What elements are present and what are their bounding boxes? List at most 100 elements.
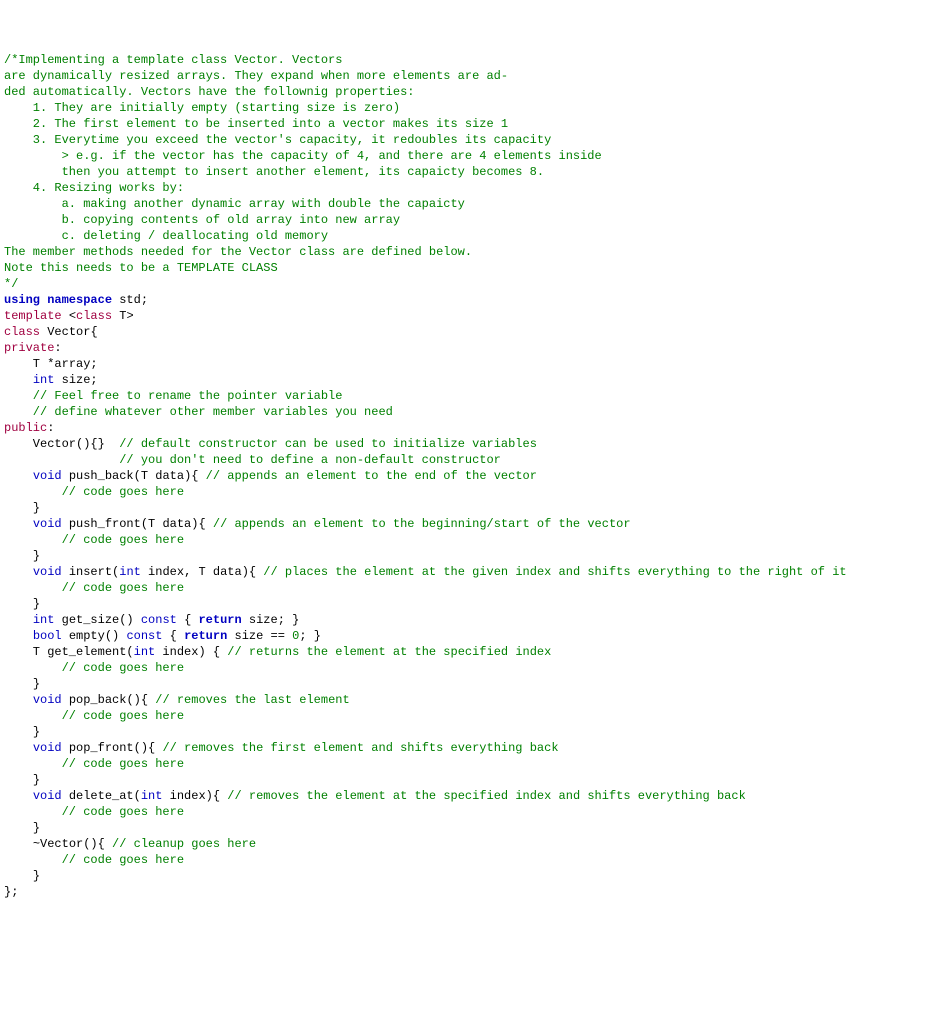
code-line: }; bbox=[4, 884, 928, 900]
code-token: public bbox=[4, 421, 47, 435]
code-token: int bbox=[33, 613, 55, 627]
code-token: > bbox=[126, 309, 133, 323]
code-line: // code goes here bbox=[4, 756, 928, 772]
code-token bbox=[177, 629, 184, 643]
code-line: 1. They are initially empty (starting si… bbox=[4, 100, 928, 116]
code-token: pop_front bbox=[62, 741, 134, 755]
code-token: // code goes here bbox=[62, 581, 184, 595]
code-line: int size; bbox=[4, 372, 928, 388]
code-token: // code goes here bbox=[62, 661, 184, 675]
code-token: () bbox=[119, 613, 133, 627]
code-token: bool bbox=[33, 629, 62, 643]
code-token: > e.g. if the vector has the capacity of… bbox=[4, 149, 602, 163]
code-token: ( bbox=[134, 469, 141, 483]
code-token: } bbox=[314, 629, 321, 643]
code-token bbox=[4, 789, 33, 803]
code-token bbox=[105, 437, 119, 451]
code-line: } bbox=[4, 820, 928, 836]
code-token: } bbox=[33, 869, 40, 883]
code-token: index bbox=[162, 789, 205, 803]
code-token: // code goes here bbox=[62, 709, 184, 723]
code-token bbox=[4, 501, 33, 515]
code-line: 2. The first element to be inserted into… bbox=[4, 116, 928, 132]
code-line: public: bbox=[4, 420, 928, 436]
code-line: // code goes here bbox=[4, 804, 928, 820]
code-line: Note this needs to be a TEMPLATE CLASS bbox=[4, 260, 928, 276]
code-token: < bbox=[69, 309, 76, 323]
code-token: private bbox=[4, 341, 54, 355]
code-token bbox=[4, 821, 33, 835]
code-token: push_back bbox=[62, 469, 134, 483]
code-token bbox=[4, 853, 62, 867]
code-token: 4. Resizing works by: bbox=[4, 181, 184, 195]
code-token: void bbox=[33, 741, 62, 755]
code-line: // code goes here bbox=[4, 708, 928, 724]
code-line: */ bbox=[4, 276, 928, 292]
code-line: // code goes here bbox=[4, 532, 928, 548]
code-token: // Feel free to rename the pointer varia… bbox=[4, 389, 342, 403]
code-line: // code goes here bbox=[4, 580, 928, 596]
code-line: // define whatever other member variable… bbox=[4, 404, 928, 420]
code-token: // code goes here bbox=[62, 757, 184, 771]
code-token bbox=[4, 741, 33, 755]
code-token: void bbox=[33, 693, 62, 707]
code-token: template bbox=[4, 309, 69, 323]
code-token: Vector bbox=[4, 437, 76, 451]
code-token bbox=[105, 837, 112, 851]
code-token: { bbox=[213, 645, 220, 659]
code-line: } bbox=[4, 868, 928, 884]
code-token: int bbox=[134, 645, 156, 659]
code-token: T get_element bbox=[4, 645, 126, 659]
code-token: ~ bbox=[33, 837, 40, 851]
code-token: size; bbox=[242, 613, 292, 627]
code-token bbox=[4, 613, 33, 627]
code-line: int get_size() const { return size; } bbox=[4, 612, 928, 628]
code-token: const bbox=[126, 629, 162, 643]
code-token: then you attempt to insert another eleme… bbox=[4, 165, 544, 179]
code-token: std; bbox=[112, 293, 148, 307]
code-token: }; bbox=[4, 885, 18, 899]
code-token bbox=[4, 373, 33, 387]
code-token bbox=[177, 613, 184, 627]
code-line: // code goes here bbox=[4, 660, 928, 676]
code-token: // cleanup goes here bbox=[112, 837, 256, 851]
code-token: // code goes here bbox=[62, 533, 184, 547]
code-token: (){} bbox=[76, 437, 105, 451]
code-token: // code goes here bbox=[62, 485, 184, 499]
code-token bbox=[4, 773, 33, 787]
code-token: } bbox=[33, 549, 40, 563]
code-token: ){ bbox=[184, 469, 198, 483]
code-token: (){ bbox=[134, 741, 156, 755]
code-token: are dynamically resized arrays. They exp… bbox=[4, 69, 508, 83]
code-token bbox=[4, 757, 62, 771]
code-token: The member methods needed for the Vector… bbox=[4, 245, 472, 259]
code-token: ) bbox=[198, 645, 205, 659]
code-token bbox=[4, 869, 33, 883]
code-token: T bbox=[4, 357, 47, 371]
code-token: index, T data bbox=[141, 565, 242, 579]
code-line: ded automatically. Vectors have the foll… bbox=[4, 84, 928, 100]
code-token bbox=[4, 485, 62, 499]
code-line: c. deleting / deallocating old memory bbox=[4, 228, 928, 244]
code-token: } bbox=[33, 501, 40, 515]
code-token: } bbox=[33, 821, 40, 835]
code-token: void bbox=[33, 469, 62, 483]
code-token: void bbox=[33, 789, 62, 803]
code-token: int bbox=[119, 565, 141, 579]
code-token: class bbox=[4, 325, 40, 339]
code-line: then you attempt to insert another eleme… bbox=[4, 164, 928, 180]
code-line: // code goes here bbox=[4, 484, 928, 500]
code-line: a. making another dynamic array with dou… bbox=[4, 196, 928, 212]
code-line: void push_front(T data){ // appends an e… bbox=[4, 516, 928, 532]
code-line: T *array; bbox=[4, 356, 928, 372]
code-token: pop_back bbox=[62, 693, 127, 707]
code-token bbox=[4, 805, 62, 819]
code-line: bool empty() const { return size == 0; } bbox=[4, 628, 928, 644]
code-line: The member methods needed for the Vector… bbox=[4, 244, 928, 260]
code-token bbox=[4, 581, 62, 595]
code-token bbox=[4, 597, 33, 611]
code-token: T data bbox=[141, 469, 184, 483]
code-token: size; bbox=[54, 373, 97, 387]
code-line: } bbox=[4, 548, 928, 564]
code-token: ; bbox=[299, 629, 313, 643]
